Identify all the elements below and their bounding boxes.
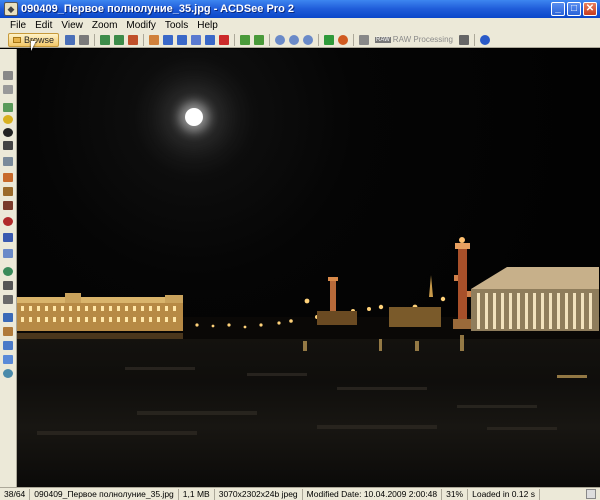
menu-tools[interactable]: Tools [165,20,188,31]
levels-icon[interactable] [3,141,13,150]
status-filesize: 1,1 MB [179,488,215,500]
rostral-column-small [328,277,338,313]
status-modified: Modified Date: 10.04.2009 2:00:48 [303,488,443,500]
acdsee-app-icon[interactable]: ◆ [4,2,18,16]
status-loaded: Loaded in 0.12 s [468,488,540,500]
draw-icon[interactable] [3,327,13,336]
crop-icon[interactable] [3,71,13,80]
slideshow-icon[interactable] [324,34,335,45]
hsl-icon[interactable] [3,187,13,196]
back-icon[interactable] [240,34,251,45]
menu-view[interactable]: View [61,20,83,31]
toolbar-separator [143,33,145,46]
close-button[interactable]: ✕ [583,2,597,16]
image-viewer[interactable] [17,49,600,487]
noise-icon[interactable] [3,217,13,226]
browse-label: Browse [24,34,55,45]
toolbar-separator [269,33,271,46]
menu-file[interactable]: File [10,20,26,31]
status-filename: 090409_Первое полнолуние_35.jpg [30,488,179,500]
delete-icon[interactable] [219,34,230,45]
forward-icon[interactable] [254,34,265,45]
sharpen-icon[interactable] [3,233,13,242]
copy-icon[interactable] [163,34,174,45]
rotate-tool-icon[interactable] [3,295,13,304]
toolbar: Browse RAW RAW Processing [0,32,600,48]
rostral-column [453,237,471,329]
next-image-icon[interactable] [114,34,125,45]
city-skyline [17,237,600,435]
toolbar-separator [234,33,236,46]
print-icon[interactable] [79,34,90,45]
color-icon[interactable] [338,34,349,45]
open-icon[interactable] [149,34,160,45]
stock-exchange [471,267,599,331]
contrast-icon[interactable] [3,128,13,137]
document-icon[interactable] [359,34,370,45]
lighting-icon[interactable] [3,115,13,124]
zoom-in-icon[interactable] [275,34,286,45]
status-position: 38/64 [0,488,31,500]
prev-image-icon[interactable] [100,34,111,45]
menu-help[interactable]: Help [197,20,218,31]
raw-processing-button[interactable]: RAW RAW Processing [375,35,453,44]
border-icon[interactable] [3,341,13,350]
toolbar-separator [318,33,320,46]
menu-modify[interactable]: Modify [126,20,155,31]
help-icon[interactable] [479,34,490,45]
rotate-icon[interactable] [128,34,139,45]
spire [429,275,433,297]
maximize-button[interactable]: □ [567,2,581,16]
edit-icon[interactable] [191,34,202,45]
ice-patches [37,367,557,435]
zoom-fit-icon[interactable] [303,34,314,45]
status-bar: 38/64 090409_Первое полнолуние_35.jpg 1,… [0,487,600,500]
central-buildings [317,311,357,325]
toolbar-separator [94,33,96,46]
raw-processing-label: RAW Processing [392,35,453,44]
mouse-cursor [31,41,36,51]
red-eye-icon[interactable] [3,201,13,210]
title-bar: ◆ 090409_Первое полнолуние_35.jpg - ACDS… [0,0,600,18]
blur-icon[interactable] [3,249,13,258]
properties-icon[interactable] [205,34,216,45]
status-zoom[interactable]: 31% [442,488,469,500]
straighten-icon[interactable] [3,85,13,94]
save-icon[interactable] [65,34,76,45]
color-balance-icon[interactable] [3,173,13,182]
zoom-out-icon[interactable] [289,34,300,45]
window-title: 090409_Первое полнолуние_35.jpg - ACDSee… [21,3,294,15]
text-icon[interactable] [3,313,13,322]
email-icon[interactable] [177,34,188,45]
winter-palace [17,293,183,331]
menu-zoom[interactable]: Zoom [92,20,118,31]
menu-bar: File Edit View Zoom Modify Tools Help [0,18,600,32]
toolbar-separator [473,33,475,46]
toolbar-separator [353,33,355,46]
window-controls: _ □ ✕ [551,2,597,16]
light-reflections [303,335,587,378]
curves-icon[interactable] [3,157,13,166]
settings-icon[interactable] [458,34,469,45]
resize-grip[interactable] [586,489,596,499]
folder-icon [13,36,21,43]
kunstkamera [389,307,441,327]
left-tool-strip [0,49,17,487]
minimize-button[interactable]: _ [551,2,565,16]
menu-edit[interactable]: Edit [35,20,52,31]
vignette-icon[interactable] [3,355,13,364]
raw-badge: RAW [375,36,391,43]
status-dimensions: 3070x2302x24b jpeg [215,488,303,500]
palace-reflection [17,333,183,339]
effects-icon[interactable] [3,267,13,276]
exposure-icon[interactable] [3,103,13,112]
resize-icon[interactable] [3,281,13,290]
watermark-icon[interactable] [3,369,13,378]
